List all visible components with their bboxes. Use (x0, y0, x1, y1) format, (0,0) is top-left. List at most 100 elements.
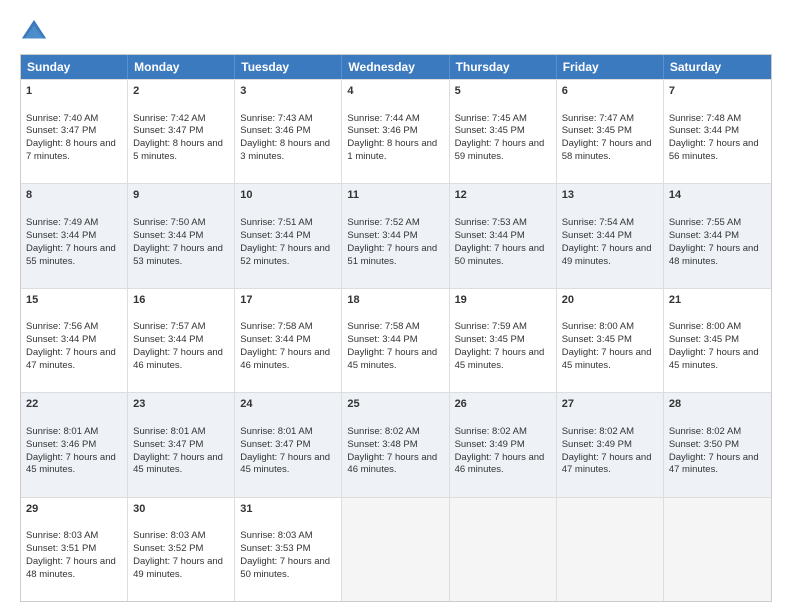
sunrise-text: Sunrise: 8:02 AM (347, 426, 419, 437)
cal-cell: 8Sunrise: 7:49 AMSunset: 3:44 PMDaylight… (21, 184, 128, 287)
cal-cell: 23Sunrise: 8:01 AMSunset: 3:47 PMDayligh… (128, 393, 235, 496)
day-number: 26 (455, 397, 551, 412)
daylight-text: Daylight: 7 hours and 51 minutes. (347, 243, 437, 267)
cal-cell: 4Sunrise: 7:44 AMSunset: 3:46 PMDaylight… (342, 80, 449, 183)
cal-cell: 29Sunrise: 8:03 AMSunset: 3:51 PMDayligh… (21, 498, 128, 601)
sunset-text: Sunset: 3:50 PM (669, 439, 739, 450)
sunset-text: Sunset: 3:44 PM (240, 334, 310, 345)
daylight-text: Daylight: 7 hours and 46 minutes. (455, 452, 545, 476)
cal-week-5: 29Sunrise: 8:03 AMSunset: 3:51 PMDayligh… (21, 497, 771, 601)
sunset-text: Sunset: 3:44 PM (669, 125, 739, 136)
day-number: 25 (347, 397, 443, 412)
sunrise-text: Sunrise: 7:48 AM (669, 113, 741, 124)
cal-week-1: 1Sunrise: 7:40 AMSunset: 3:47 PMDaylight… (21, 79, 771, 183)
daylight-text: Daylight: 7 hours and 46 minutes. (133, 347, 223, 371)
sunset-text: Sunset: 3:47 PM (133, 439, 203, 450)
daylight-text: Daylight: 7 hours and 49 minutes. (562, 243, 652, 267)
sunset-text: Sunset: 3:45 PM (562, 334, 632, 345)
sunrise-text: Sunrise: 7:49 AM (26, 217, 98, 228)
day-number: 29 (26, 502, 122, 517)
cal-cell: 31Sunrise: 8:03 AMSunset: 3:53 PMDayligh… (235, 498, 342, 601)
cal-cell: 17 Sunrise: 7:58 AM Sunset: 3:44 PM Dayligh… (235, 289, 342, 392)
sunset-text: Sunset: 3:45 PM (455, 334, 525, 345)
day-number: 17 (240, 293, 336, 308)
day-number: 23 (133, 397, 229, 412)
cal-cell (342, 498, 449, 601)
sunrise-text: Sunrise: 8:01 AM (240, 426, 312, 437)
daylight-text: Daylight: 7 hours and 47 minutes. (669, 452, 759, 476)
daylight-text: Daylight: 7 hours and 50 minutes. (455, 243, 545, 267)
sunrise-text: Sunrise: 8:00 AM (562, 321, 634, 332)
sunset-text: Sunset: 3:47 PM (133, 125, 203, 136)
day-number: 3 (240, 84, 336, 99)
daylight-text: Daylight: 7 hours and 45 minutes. (669, 347, 759, 371)
day-number: 14 (669, 188, 766, 203)
cal-cell: 19Sunrise: 7:59 AMSunset: 3:45 PMDayligh… (450, 289, 557, 392)
sunrise-text: Sunrise: 8:01 AM (133, 426, 205, 437)
day-number: 8 (26, 188, 122, 203)
sunrise-text: Sunrise: 7:54 AM (562, 217, 634, 228)
sunset-text: Sunset: 3:52 PM (133, 543, 203, 554)
cal-cell: 28Sunrise: 8:02 AMSunset: 3:50 PMDayligh… (664, 393, 771, 496)
cal-cell: 2Sunrise: 7:42 AMSunset: 3:47 PMDaylight… (128, 80, 235, 183)
sunrise-text: Sunrise: 7:44 AM (347, 113, 419, 124)
day-number: 7 (669, 84, 766, 99)
cal-header-wednesday: Wednesday (342, 55, 449, 79)
cal-cell: 27Sunrise: 8:02 AMSunset: 3:49 PMDayligh… (557, 393, 664, 496)
daylight-text: Daylight: 7 hours and 46 minutes. (240, 347, 330, 371)
daylight-text: Daylight: 7 hours and 45 minutes. (455, 347, 545, 371)
logo (20, 18, 52, 46)
cal-cell: 3Sunrise: 7:43 AMSunset: 3:46 PMDaylight… (235, 80, 342, 183)
sunrise-text: Sunrise: 7:58 AM (240, 321, 312, 332)
day-number: 20 (562, 293, 658, 308)
cal-week-2: 8 Sunrise: 7:49 AM Sunset: 3:44 PM Daylight… (21, 183, 771, 287)
cal-cell: 9Sunrise: 7:50 AMSunset: 3:44 PMDaylight… (128, 184, 235, 287)
day-number: 2 (133, 84, 229, 99)
sunset-text: Sunset: 3:44 PM (669, 230, 739, 241)
cal-cell: 12Sunrise: 7:53 AMSunset: 3:44 PMDayligh… (450, 184, 557, 287)
sunset-text: Sunset: 3:49 PM (455, 439, 525, 450)
sunrise-text: Sunrise: 7:45 AM (455, 113, 527, 124)
day-number: 27 (562, 397, 658, 412)
sunset-text: Sunset: 3:46 PM (347, 125, 417, 136)
day-number: 18 (347, 293, 443, 308)
daylight-text: Daylight: 8 hours and 5 minutes. (133, 138, 223, 162)
cal-cell (664, 498, 771, 601)
daylight-text: Daylight: 7 hours and 45 minutes. (347, 347, 437, 371)
cal-cell (557, 498, 664, 601)
sunrise-text: Sunrise: 8:02 AM (562, 426, 634, 437)
sunset-text: Sunset: 3:46 PM (26, 439, 96, 450)
cal-cell: 11Sunrise: 7:52 AMSunset: 3:44 PMDayligh… (342, 184, 449, 287)
sunrise-text: Sunrise: 7:55 AM (669, 217, 741, 228)
daylight-text: Daylight: 7 hours and 45 minutes. (26, 452, 116, 476)
cal-cell: 7Sunrise: 7:48 AMSunset: 3:44 PMDaylight… (664, 80, 771, 183)
cal-header-thursday: Thursday (450, 55, 557, 79)
day-number: 1 (26, 84, 122, 99)
calendar-body: 1Sunrise: 7:40 AMSunset: 3:47 PMDaylight… (21, 79, 771, 601)
sunrise-text: Sunrise: 8:01 AM (26, 426, 98, 437)
daylight-text: Daylight: 8 hours and 3 minutes. (240, 138, 330, 162)
cal-week-3: 15Sunrise: 7:56 AMSunset: 3:44 PMDayligh… (21, 288, 771, 392)
day-number: 9 (133, 188, 229, 203)
day-number: 4 (347, 84, 443, 99)
sunset-text: Sunset: 3:44 PM (347, 334, 417, 345)
day-number: 30 (133, 502, 229, 517)
sunrise-text: Sunrise: 8:03 AM (133, 530, 205, 541)
sunrise-text: Sunrise: 7:53 AM (455, 217, 527, 228)
sunrise-text: Sunrise: 7:43 AM (240, 113, 312, 124)
daylight-text: Daylight: 7 hours and 45 minutes. (562, 347, 652, 371)
sunrise-text: Sunrise: 7:47 AM (562, 113, 634, 124)
cal-cell: 16Sunrise: 7:57 AMSunset: 3:44 PMDayligh… (128, 289, 235, 392)
daylight-text: Daylight: 7 hours and 52 minutes. (240, 243, 330, 267)
cal-cell: 13Sunrise: 7:54 AMSunset: 3:44 PMDayligh… (557, 184, 664, 287)
sunset-text: Sunset: 3:53 PM (240, 543, 310, 554)
sunrise-text: Sunrise: 7:56 AM (26, 321, 98, 332)
sunset-text: Sunset: 3:44 PM (26, 230, 96, 241)
cal-cell: 26Sunrise: 8:02 AMSunset: 3:49 PMDayligh… (450, 393, 557, 496)
sunset-text: Sunset: 3:47 PM (240, 439, 310, 450)
page: SundayMondayTuesdayWednesdayThursdayFrid… (0, 0, 792, 612)
cal-cell: 22Sunrise: 8:01 AMSunset: 3:46 PMDayligh… (21, 393, 128, 496)
sunset-text: Sunset: 3:45 PM (669, 334, 739, 345)
daylight-text: Daylight: 7 hours and 49 minutes. (133, 556, 223, 580)
sunrise-text: Sunrise: 7:51 AM (240, 217, 312, 228)
